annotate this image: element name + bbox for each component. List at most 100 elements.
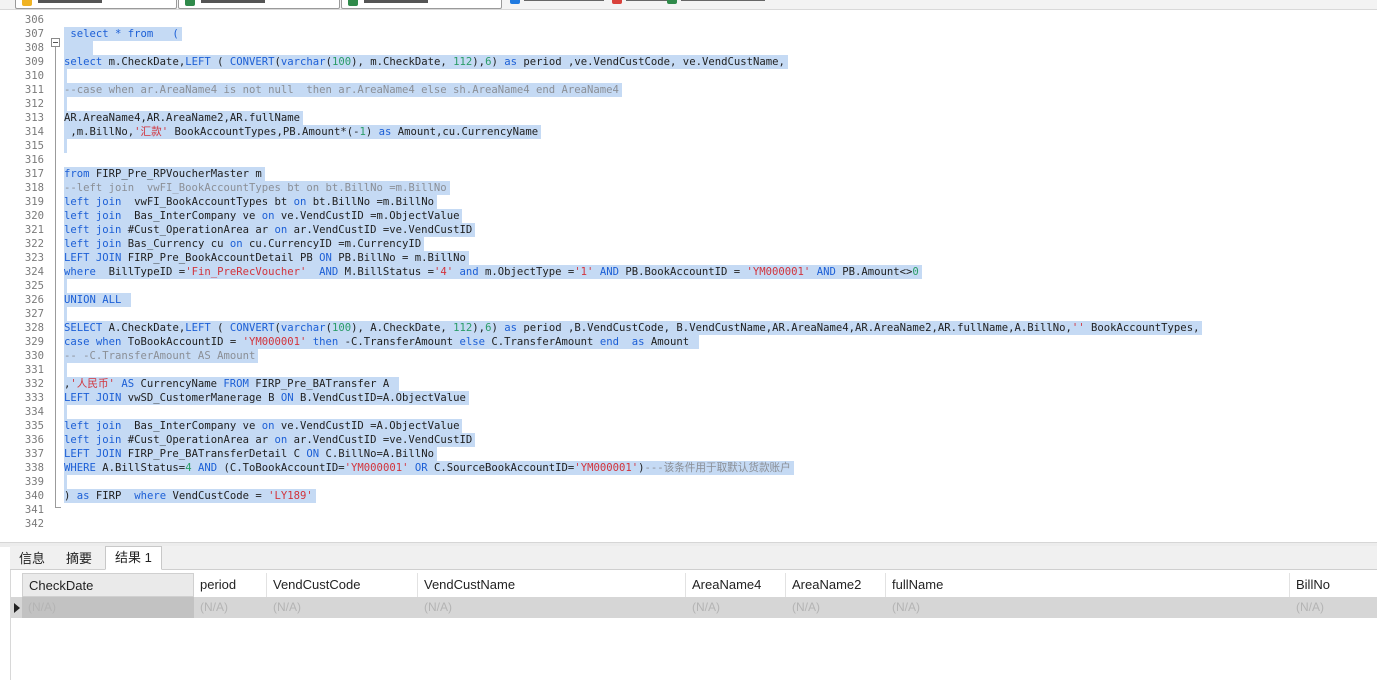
query-tab-1[interactable] bbox=[15, 0, 177, 9]
column-header-vendcustname[interactable]: VendCustName bbox=[418, 573, 686, 597]
code-line[interactable]: 318 --left join vwFI_BookAccountTypes bt … bbox=[0, 181, 1377, 195]
sql-editor[interactable]: 306 307 select * from (308 309 select m.Ch… bbox=[0, 10, 1377, 542]
code-line[interactable]: 336 left join #Cust_OperationArea ar on a… bbox=[0, 433, 1377, 447]
table-cell[interactable]: (N/A) bbox=[194, 597, 267, 618]
code-line[interactable]: 325 bbox=[0, 279, 1377, 293]
code-line[interactable]: 323 LEFT JOIN FIRP_Pre_BookAccountDetail … bbox=[0, 251, 1377, 265]
code-text[interactable]: WHERE A.BillStatus=4 AND (C.ToBookAccoun… bbox=[64, 461, 794, 475]
code-text[interactable] bbox=[64, 279, 67, 293]
code-text[interactable] bbox=[64, 307, 67, 321]
code-text[interactable]: UNION ALL bbox=[64, 293, 131, 307]
code-text[interactable] bbox=[64, 41, 93, 55]
code-line[interactable]: 328 SELECT A.CheckDate,LEFT ( CONVERT(var… bbox=[0, 321, 1377, 335]
table-cell[interactable]: (N/A) bbox=[886, 597, 1290, 618]
code-text[interactable]: left join Bas_Currency cu on cu.Currency… bbox=[64, 237, 425, 251]
code-line[interactable]: 338 WHERE A.BillStatus=4 AND (C.ToBookAcc… bbox=[0, 461, 1377, 475]
code-text[interactable]: ,m.BillNo,'汇款' BookAccountTypes,PB.Amoun… bbox=[64, 125, 542, 139]
table-cell[interactable]: (N/A) bbox=[1290, 597, 1377, 618]
tab-result-1[interactable]: 结果 1 bbox=[105, 546, 162, 570]
code-text[interactable]: left join vwFI_BookAccountTypes bt on bt… bbox=[64, 195, 437, 209]
code-line[interactable]: 315 bbox=[0, 139, 1377, 153]
code-line[interactable]: 337 LEFT JOIN FIRP_Pre_BATransferDetail C… bbox=[0, 447, 1377, 461]
code-line[interactable]: 320 left join Bas_InterCompany ve on ve.V… bbox=[0, 209, 1377, 223]
column-header-billno[interactable]: BillNo bbox=[1290, 573, 1377, 597]
code-line[interactable]: 341 bbox=[0, 503, 1377, 517]
code-line[interactable]: 331 bbox=[0, 363, 1377, 377]
code-line[interactable]: 321 left join #Cust_OperationArea ar on a… bbox=[0, 223, 1377, 237]
code-line[interactable]: 334 bbox=[0, 405, 1377, 419]
tab-summary[interactable]: 摘要 bbox=[57, 549, 101, 569]
code-text[interactable]: where BillTypeID ='Fin_PreRecVoucher' AN… bbox=[64, 265, 922, 279]
query-tab-3[interactable] bbox=[341, 0, 502, 9]
code-text[interactable]: ,'人民币' AS CurrencyName FROM FIRP_Pre_BAT… bbox=[64, 377, 399, 391]
code-text[interactable] bbox=[64, 97, 67, 111]
column-header-areaname4[interactable]: AreaName4 bbox=[686, 573, 786, 597]
code-text[interactable] bbox=[64, 69, 67, 83]
line-number: 326 bbox=[24, 294, 44, 306]
tab-info[interactable]: 信息 bbox=[10, 549, 54, 569]
code-text[interactable]: -- -C.TransferAmount AS Amount bbox=[64, 349, 259, 363]
code-line[interactable]: 319 left join vwFI_BookAccountTypes bt on… bbox=[0, 195, 1377, 209]
code-line[interactable]: 307 select * from ( bbox=[0, 27, 1377, 41]
code-text[interactable]: AR.AreaName4,AR.AreaName2,AR.fullName bbox=[64, 111, 303, 125]
code-text[interactable] bbox=[64, 363, 67, 377]
table-cell[interactable]: (N/A) bbox=[22, 597, 194, 618]
code-line[interactable]: 316 bbox=[0, 153, 1377, 167]
code-line[interactable]: 327 bbox=[0, 307, 1377, 321]
code-text[interactable]: case when ToBookAccountID = 'YM000001' t… bbox=[64, 335, 699, 349]
result-grid[interactable]: CheckDate period VendCustCode VendCustNa… bbox=[10, 570, 1377, 680]
code-line[interactable]: 317 from FIRP_Pre_RPVoucherMaster m bbox=[0, 167, 1377, 181]
column-header-period[interactable]: period bbox=[194, 573, 267, 597]
code-line[interactable]: 311 --case when ar.AreaName4 is not null … bbox=[0, 83, 1377, 97]
code-text[interactable]: left join #Cust_OperationArea ar on ar.V… bbox=[64, 433, 476, 447]
code-line[interactable]: 314 ,m.BillNo,'汇款' BookAccountTypes,PB.A… bbox=[0, 125, 1377, 139]
code-text[interactable]: LEFT JOIN vwSD_CustomerManerage B ON B.V… bbox=[64, 391, 469, 405]
code-text[interactable]: SELECT A.CheckDate,LEFT ( CONVERT(varcha… bbox=[64, 321, 1203, 335]
code-text[interactable]: ) as FIRP where VendCustCode = 'LY189' bbox=[64, 489, 316, 503]
table-cell[interactable]: (N/A) bbox=[686, 597, 786, 618]
code-text[interactable] bbox=[64, 139, 67, 153]
code-line[interactable]: 310 bbox=[0, 69, 1377, 83]
code-text[interactable] bbox=[64, 475, 67, 489]
code-line[interactable]: 308 bbox=[0, 41, 1377, 55]
code-line[interactable]: 322 left join Bas_Currency cu on cu.Curre… bbox=[0, 237, 1377, 251]
code-line[interactable]: 333 LEFT JOIN vwSD_CustomerManerage B ON … bbox=[0, 391, 1377, 405]
code-line[interactable]: 330 -- -C.TransferAmount AS Amount bbox=[0, 349, 1377, 363]
code-token: end bbox=[599, 336, 619, 348]
code-text[interactable]: --left join vwFI_BookAccountTypes bt on … bbox=[64, 181, 450, 195]
code-text[interactable]: from FIRP_Pre_RPVoucherMaster m bbox=[64, 167, 265, 181]
code-text[interactable]: left join #Cust_OperationArea ar on ar.V… bbox=[64, 223, 476, 237]
code-text[interactable]: LEFT JOIN FIRP_Pre_BookAccountDetail PB … bbox=[64, 251, 469, 265]
column-header-areaname2[interactable]: AreaName2 bbox=[786, 573, 886, 597]
code-text[interactable]: left join Bas_InterCompany ve on ve.Vend… bbox=[64, 209, 463, 223]
code-line[interactable]: 313 AR.AreaName4,AR.AreaName2,AR.fullName bbox=[0, 111, 1377, 125]
column-header-vendcustcode[interactable]: VendCustCode bbox=[267, 573, 418, 597]
code-text[interactable]: select * from ( bbox=[64, 27, 182, 41]
code-line[interactable]: 309 select m.CheckDate,LEFT ( CONVERT(var… bbox=[0, 55, 1377, 69]
code-text[interactable]: LEFT JOIN FIRP_Pre_BATransferDetail C ON… bbox=[64, 447, 437, 461]
code-line[interactable]: 332 ,'人民币' AS CurrencyName FROM FIRP_Pre_… bbox=[0, 377, 1377, 391]
table-cell[interactable]: (N/A) bbox=[786, 597, 886, 618]
code-line[interactable]: 339 bbox=[0, 475, 1377, 489]
code-text[interactable]: select m.CheckDate,LEFT ( CONVERT(varcha… bbox=[64, 55, 788, 69]
table-cell[interactable]: (N/A) bbox=[418, 597, 686, 618]
query-tab-2[interactable] bbox=[178, 0, 340, 9]
code-token: 'YM000001' bbox=[574, 462, 639, 474]
code-token: LEFT bbox=[185, 322, 211, 334]
code-token: as bbox=[631, 336, 645, 348]
code-line[interactable]: 326 UNION ALL bbox=[0, 293, 1377, 307]
column-header-checkdate[interactable]: CheckDate bbox=[22, 573, 194, 597]
column-header-fullname[interactable]: fullName bbox=[886, 573, 1290, 597]
code-text[interactable]: left join Bas_InterCompany ve on ve.Vend… bbox=[64, 419, 463, 433]
code-line[interactable]: 335 left join Bas_InterCompany ve on ve.V… bbox=[0, 419, 1377, 433]
code-line[interactable]: 306 bbox=[0, 13, 1377, 27]
code-line[interactable]: 324 where BillTypeID ='Fin_PreRecVoucher'… bbox=[0, 265, 1377, 279]
code-text[interactable] bbox=[64, 405, 67, 419]
code-line[interactable]: 312 bbox=[0, 97, 1377, 111]
code-line[interactable]: 342 bbox=[0, 517, 1377, 531]
code-line[interactable]: 329 case when ToBookAccountID = 'YM000001… bbox=[0, 335, 1377, 349]
code-text[interactable]: --case when ar.AreaName4 is not null the… bbox=[64, 83, 622, 97]
code-line[interactable]: 340) as FIRP where VendCustCode = 'LY189… bbox=[0, 489, 1377, 503]
code-token: when bbox=[95, 336, 122, 348]
table-cell[interactable]: (N/A) bbox=[267, 597, 418, 618]
